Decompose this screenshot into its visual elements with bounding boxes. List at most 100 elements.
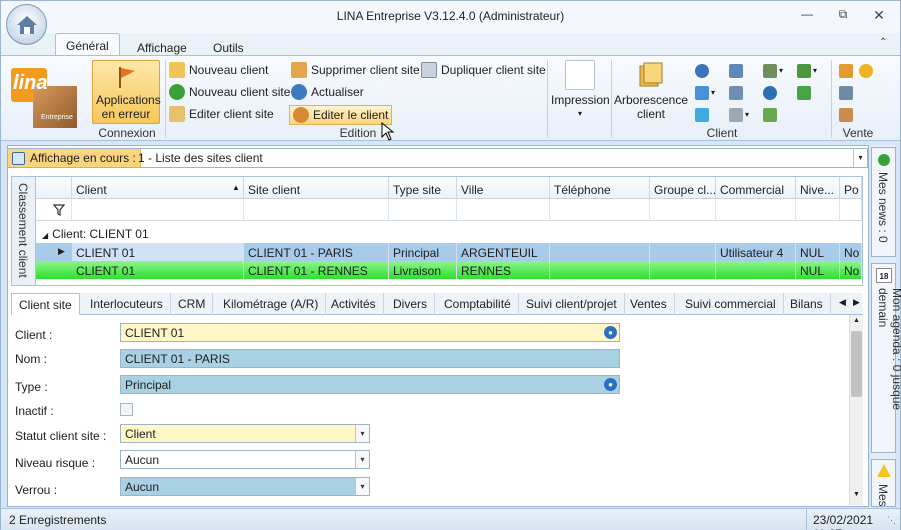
impression-button[interactable]: Impression ▾	[551, 60, 610, 124]
niveau-dropdown-icon[interactable]: ▾	[355, 451, 369, 468]
close-icon[interactable]: ✕	[869, 7, 889, 25]
col-header-po[interactable]: Po	[840, 177, 862, 199]
client-lookup-icon[interactable]: ●	[604, 326, 617, 339]
statut-label: Statut client site :	[15, 429, 107, 443]
tab-activites[interactable]: Activités	[324, 293, 384, 315]
tab-general[interactable]: Général	[55, 33, 120, 55]
filter-row[interactable]	[36, 199, 72, 221]
window-title: LINA Entreprise V3.12.4.0 (Administrateu…	[336, 9, 565, 23]
ribbon: lina Entreprise Applications en erreur C…	[1, 55, 900, 141]
collapse-group-icon[interactable]: ◢	[42, 231, 48, 240]
form-scrollbar[interactable]: ▲ ▼	[849, 315, 863, 505]
filter-icon	[53, 204, 65, 216]
resize-grip-icon[interactable]: ⋱	[887, 515, 896, 526]
tab-affichage[interactable]: Affichage	[127, 35, 197, 57]
news-icon	[878, 154, 890, 166]
col-header-groupe[interactable]: Groupe cl...	[650, 177, 716, 199]
tab-ventes[interactable]: Ventes	[623, 293, 675, 315]
applications-en-erreur-button[interactable]: Applications en erreur	[92, 60, 161, 124]
handshake-icon[interactable]	[839, 108, 853, 122]
col-header-type-site[interactable]: Type site	[389, 177, 457, 199]
dupliquer-client-site-button[interactable]: Dupliquer client site	[421, 61, 546, 79]
figure-icon[interactable]	[695, 108, 709, 122]
tab-crm[interactable]: CRM	[171, 293, 214, 315]
col-header-client[interactable]: Client	[72, 177, 244, 199]
table-row[interactable]: ▶ CLIENT 01 CLIENT 01 - PARIS Principal …	[36, 243, 862, 261]
editer-client-site-button[interactable]: Editer client site	[169, 105, 274, 123]
folder-new-icon	[169, 62, 185, 78]
alerts-label: Mes	[876, 484, 890, 507]
col-header-telephone[interactable]: Téléphone	[550, 177, 650, 199]
supprimer-client-site-button[interactable]: Supprimer client site	[291, 61, 420, 79]
agenda-icon: 18	[876, 268, 892, 283]
print-icon[interactable]	[729, 86, 743, 100]
col-header-ville[interactable]: Ville	[457, 177, 550, 199]
client-field[interactable]: CLIENT 01 ●	[120, 323, 620, 342]
app-menu-button[interactable]	[6, 4, 47, 45]
statut-dropdown-icon[interactable]: ▾	[355, 425, 369, 442]
tab-client-site[interactable]: Client site	[11, 293, 80, 315]
tab-comptabilite[interactable]: Comptabilité	[437, 293, 519, 315]
mon-agenda-panel[interactable]: 18 Mon agenda : 0 jusque demain	[871, 263, 901, 453]
minimize-icon[interactable]: —	[797, 7, 817, 25]
view-selector[interactable]: Affichage en cours : 1 - Liste des sites…	[7, 148, 868, 168]
copy-icon	[421, 62, 437, 78]
warning-icon	[877, 464, 891, 477]
add-doc-icon[interactable]	[797, 86, 811, 100]
statut-select[interactable]: Client ▾	[120, 424, 370, 443]
actualiser-button[interactable]: Actualiser	[291, 83, 364, 101]
tab-suivi-commercial[interactable]: Suivi commercial	[678, 293, 784, 315]
classement-client-panel[interactable]: Classement client	[12, 177, 36, 285]
view-selector-dropdown-icon[interactable]: ▾	[853, 149, 867, 167]
card-icon[interactable]	[729, 108, 743, 122]
niveau-select[interactable]: Aucun ▾	[120, 450, 370, 469]
editer-le-client-button[interactable]: Editer le client	[289, 105, 393, 125]
grid-icon[interactable]	[763, 64, 777, 78]
table-row[interactable]: CLIENT 01 CLIENT 01 - RENNES Livraison R…	[36, 261, 862, 279]
tab-outils[interactable]: Outils	[203, 35, 254, 57]
restore-icon[interactable]: ⧉	[833, 7, 853, 25]
tab-suivi-client-projet[interactable]: Suivi client/projet	[519, 293, 625, 315]
folder-delete-icon	[291, 62, 307, 78]
classement-client-label: Classement client	[16, 183, 30, 278]
tab-scroll-left-icon[interactable]: ◀	[839, 297, 846, 308]
invoice-icon[interactable]	[839, 64, 853, 78]
pen-icon[interactable]	[729, 64, 743, 78]
col-header-commercial[interactable]: Commercial	[716, 177, 796, 199]
inactif-checkbox[interactable]	[120, 403, 133, 416]
col-header-site-client[interactable]: Site client	[244, 177, 389, 199]
nouveau-client-site-button[interactable]: Nouveau client site	[169, 83, 290, 101]
arborescence-client-label: Arborescence client	[613, 93, 689, 121]
coin-icon[interactable]	[859, 64, 873, 78]
type-lookup-icon[interactable]: ●	[604, 378, 617, 391]
export-icon[interactable]	[797, 64, 811, 78]
tab-scroll-right-icon[interactable]: ▶	[853, 297, 860, 308]
scroll-thumb[interactable]	[851, 331, 862, 397]
alerts-panel[interactable]: Mes	[871, 459, 896, 507]
arborescence-client-button[interactable]: Arborescence client	[613, 60, 689, 124]
col-header-niveau[interactable]: Nive...	[796, 177, 840, 199]
help-icon[interactable]	[763, 86, 777, 100]
user-icon[interactable]	[695, 64, 709, 78]
cash-register-icon[interactable]	[839, 86, 853, 100]
undo-icon[interactable]	[695, 86, 709, 100]
group-label-vente: Vente	[842, 126, 874, 140]
nom-field[interactable]: CLIENT 01 - PARIS	[120, 349, 620, 368]
mes-news-panel[interactable]: Mes news : 0	[871, 147, 896, 257]
tab-interlocuteurs[interactable]: Interlocuteurs	[83, 293, 171, 315]
type-field[interactable]: Principal ●	[120, 375, 620, 394]
calendar-icon[interactable]	[763, 108, 777, 122]
record-count: 2 Enregistrements	[9, 513, 107, 527]
verrou-select[interactable]: Aucun ▾	[120, 477, 370, 496]
tab-bilans[interactable]: Bilans	[783, 293, 831, 315]
verrou-dropdown-icon[interactable]: ▾	[355, 478, 369, 495]
group-row[interactable]: ◢ Client: CLIENT 01	[36, 225, 862, 243]
title-bar: LINA Entreprise V3.12.4.0 (Administrateu…	[1, 1, 900, 33]
client-site-form: Client : CLIENT 01 ● Nom : CLIENT 01 - P…	[11, 315, 849, 505]
tab-kilometrage[interactable]: Kilométrage (A/R)	[216, 293, 327, 315]
collapse-ribbon-icon[interactable]: ⌃	[879, 37, 887, 48]
home-icon	[16, 15, 37, 34]
printer-icon	[565, 60, 595, 90]
tab-divers[interactable]: Divers	[386, 293, 436, 315]
nouveau-client-button[interactable]: Nouveau client	[169, 61, 268, 79]
